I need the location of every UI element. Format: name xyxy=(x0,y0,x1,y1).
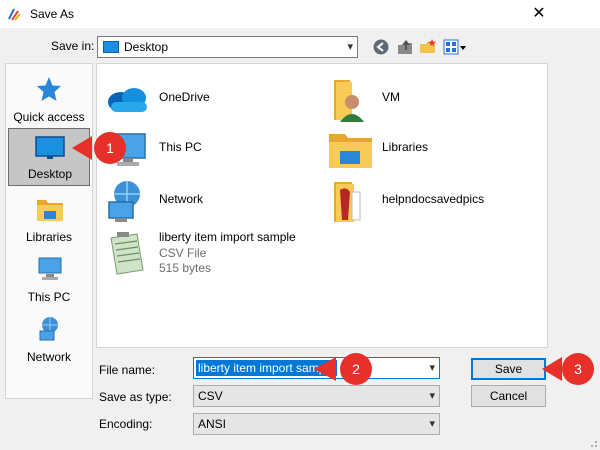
callout-2: 2 xyxy=(314,353,372,385)
save-in-dropdown[interactable]: Desktop ▾ xyxy=(97,36,358,58)
place-network[interactable]: Network xyxy=(8,310,90,368)
file-name: VM xyxy=(382,90,400,104)
new-folder-icon[interactable] xyxy=(419,38,437,56)
chevron-down-icon: ▾ xyxy=(429,390,435,402)
window-title: Save As xyxy=(30,7,75,21)
libraries-icon xyxy=(329,134,372,168)
encoding-dropdown[interactable]: ANSI ▾ xyxy=(193,413,440,435)
place-this-pc[interactable]: This PC xyxy=(8,250,90,308)
network-icon xyxy=(108,181,140,222)
place-label: Network xyxy=(26,350,71,364)
up-folder-icon[interactable] xyxy=(396,38,414,56)
encoding-value: ANSI xyxy=(198,417,227,431)
file-name: liberty item import sample xyxy=(159,230,296,244)
chevron-down-icon: ▾ xyxy=(347,41,353,53)
save-as-type-label: Save as type: xyxy=(99,390,172,404)
csv-file-icon xyxy=(110,232,144,275)
view-menu-icon[interactable] xyxy=(443,38,467,56)
onedrive-icon xyxy=(108,88,147,112)
computer-icon xyxy=(38,257,62,280)
place-label: Desktop xyxy=(27,167,73,181)
close-button[interactable]: ✕ xyxy=(524,2,554,26)
star-icon xyxy=(37,77,61,101)
callout-number: 1 xyxy=(106,140,114,156)
file-list: OneDrive VM This PC Libraries Network he… xyxy=(96,63,548,348)
place-label: Libraries xyxy=(25,230,73,244)
list-item[interactable]: This PC xyxy=(103,126,313,174)
callout-number: 2 xyxy=(352,361,360,377)
network-icon xyxy=(39,317,58,341)
chevron-down-icon: ▾ xyxy=(429,418,435,430)
back-icon[interactable] xyxy=(372,38,390,56)
file-name: Network xyxy=(159,192,204,206)
list-item[interactable]: Libraries xyxy=(326,126,536,174)
save-in-value: Desktop xyxy=(124,40,169,54)
callout-number: 3 xyxy=(574,361,582,377)
place-libraries[interactable]: Libraries xyxy=(8,190,90,248)
file-name-label: File name: xyxy=(99,363,156,377)
encoding-label: Encoding: xyxy=(99,417,153,431)
place-quick-access[interactable]: Quick access xyxy=(8,70,90,128)
file-name: This PC xyxy=(159,140,202,154)
app-icon xyxy=(8,8,21,21)
list-item[interactable]: helpndocsavedpics xyxy=(326,178,544,226)
list-item[interactable]: liberty item import sample CSV File 515 … xyxy=(103,230,323,282)
list-item[interactable]: OneDrive xyxy=(103,76,313,124)
save-in-label: Save in: xyxy=(51,39,95,53)
file-name: Libraries xyxy=(382,140,429,154)
chevron-down-icon[interactable]: ▾ xyxy=(429,361,435,374)
file-name: OneDrive xyxy=(159,90,210,104)
place-label: Quick access xyxy=(13,110,85,124)
resize-grip-icon[interactable] xyxy=(586,436,598,448)
places-bar: Quick access Desktop Libraries This PC N… xyxy=(5,63,93,399)
save-as-type-value: CSV xyxy=(198,389,223,403)
user-folder-icon xyxy=(334,80,364,122)
save-as-type-dropdown[interactable]: CSV ▾ xyxy=(193,385,440,407)
callout-3: 3 xyxy=(542,353,594,385)
libraries-icon xyxy=(37,200,63,221)
list-item[interactable]: Network xyxy=(103,178,313,226)
list-item[interactable]: VM xyxy=(326,76,536,124)
desktop-icon xyxy=(103,41,119,53)
title-bar: Save As ✕ xyxy=(0,0,600,28)
place-label: This PC xyxy=(27,290,71,304)
file-type: CSV File xyxy=(159,246,207,260)
folder-icon xyxy=(334,182,361,222)
desktop-icon xyxy=(35,136,65,159)
file-name: helpndocsavedpics xyxy=(382,192,485,206)
save-button[interactable]: Save xyxy=(471,358,546,380)
file-size: 515 bytes xyxy=(159,261,212,275)
cancel-button[interactable]: Cancel xyxy=(471,385,546,407)
callout-1: 1 xyxy=(72,132,126,164)
